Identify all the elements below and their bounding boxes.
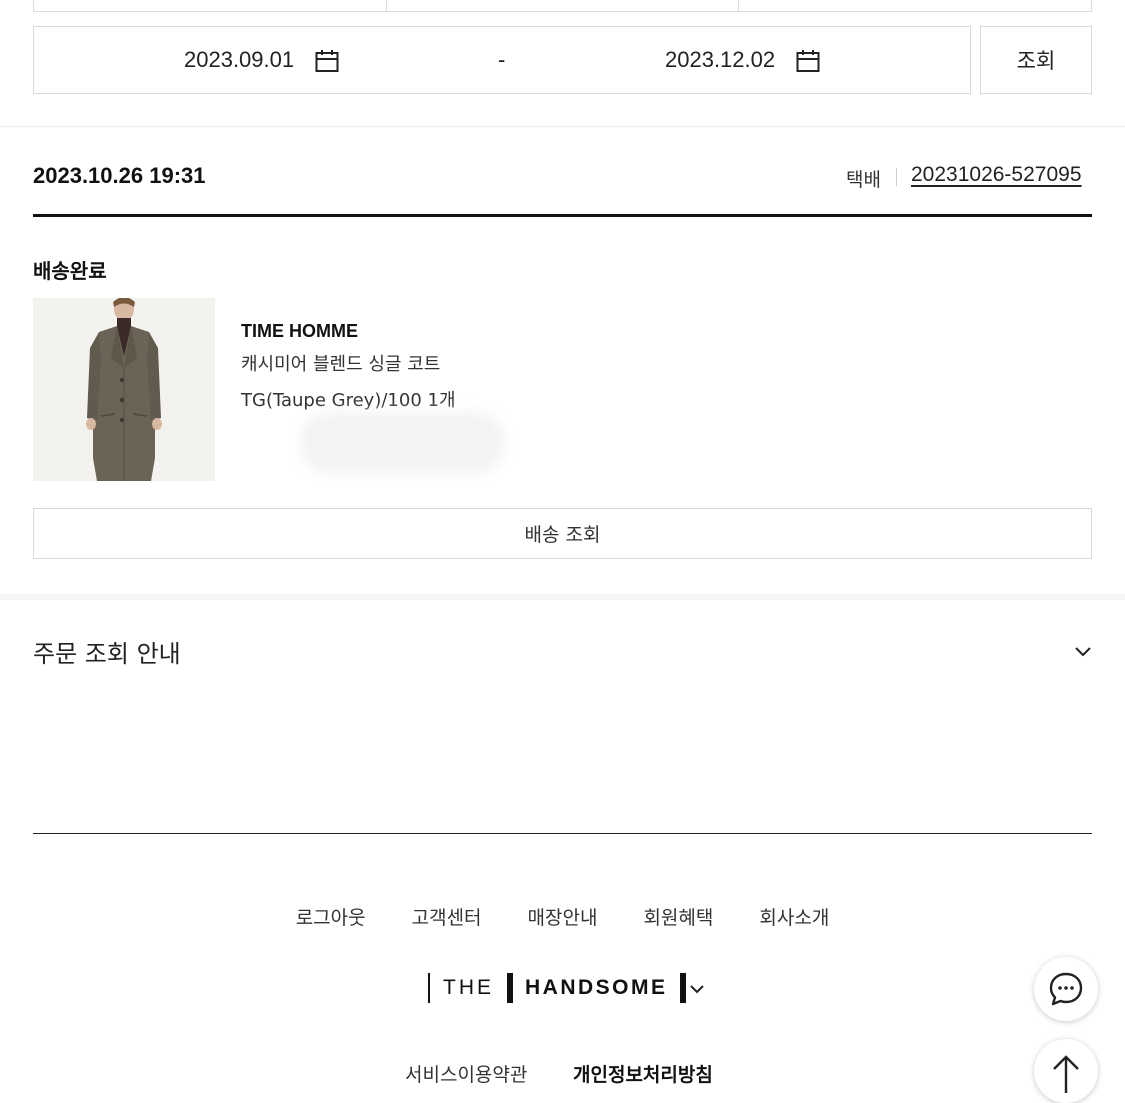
product-image[interactable] xyxy=(33,298,215,481)
blurred-region xyxy=(300,412,505,474)
logo-handsome: HANDSOME xyxy=(525,976,668,999)
filter-cell[interactable] xyxy=(739,0,1091,11)
scroll-top-button[interactable] xyxy=(1034,1039,1098,1103)
search-button[interactable]: 조회 xyxy=(980,26,1092,94)
coat-illustration xyxy=(33,298,215,481)
order-guide-title[interactable]: 주문 조회 안내 xyxy=(33,634,181,669)
company-info-link[interactable]: 회사소개 xyxy=(759,903,829,930)
start-date-text[interactable]: 2023.09.01 xyxy=(184,49,294,71)
product-name[interactable]: 캐시미어 블렌드 싱글 코트 xyxy=(241,350,440,376)
product-brand[interactable]: TIME HOMME xyxy=(241,321,358,342)
divider xyxy=(0,126,1125,127)
chevron-down-icon[interactable] xyxy=(1073,644,1093,658)
chat-button[interactable] xyxy=(1034,957,1098,1021)
order-header-divider xyxy=(33,214,1092,217)
filter-cell[interactable] xyxy=(387,0,740,11)
footer-divider xyxy=(33,833,1092,834)
order-number-link[interactable]: 20231026-527095 xyxy=(911,163,1082,187)
logo-the: THE xyxy=(443,976,494,999)
calendar-icon[interactable] xyxy=(315,49,339,73)
delivery-type-label: 택배 xyxy=(846,169,881,191)
end-date-text[interactable]: 2023.12.02 xyxy=(665,49,775,71)
divider xyxy=(896,168,897,186)
footer-links: 로그아웃 고객센터 매장안내 회원혜택 회사소개 xyxy=(0,903,1125,930)
arrow-up-icon xyxy=(1053,1055,1079,1093)
order-datetime: 2023.10.26 19:31 xyxy=(33,163,206,188)
order-status: 배송완료 xyxy=(33,259,107,283)
top-filter-row xyxy=(33,0,1092,12)
product-option: TG(Taupe Grey)/100 1개 xyxy=(241,390,456,411)
logo-bar xyxy=(428,973,430,1003)
date-range-box: 2023.09.01 - 2023.12.02 xyxy=(33,26,971,94)
section-divider xyxy=(0,594,1125,600)
filter-cell[interactable] xyxy=(34,0,387,11)
logout-link[interactable]: 로그아웃 xyxy=(296,903,366,930)
logo-bar xyxy=(507,973,513,1003)
logo-bar xyxy=(679,973,686,1003)
privacy-policy-link[interactable]: 개인정보처리방침 xyxy=(573,1060,713,1087)
track-delivery-button[interactable]: 배송 조회 xyxy=(33,508,1092,559)
chat-icon xyxy=(1049,972,1083,1006)
calendar-icon[interactable] xyxy=(796,49,820,73)
terms-link[interactable]: 서비스이용약관 xyxy=(405,1060,527,1087)
member-benefits-link[interactable]: 회원혜택 xyxy=(643,903,713,930)
brand-logo[interactable]: THE HANDSOME xyxy=(428,972,686,1004)
date-separator: - xyxy=(498,47,506,72)
chevron-down-icon[interactable] xyxy=(689,983,705,995)
store-info-link[interactable]: 매장안내 xyxy=(528,903,598,930)
customer-center-link[interactable]: 고객센터 xyxy=(412,903,482,930)
